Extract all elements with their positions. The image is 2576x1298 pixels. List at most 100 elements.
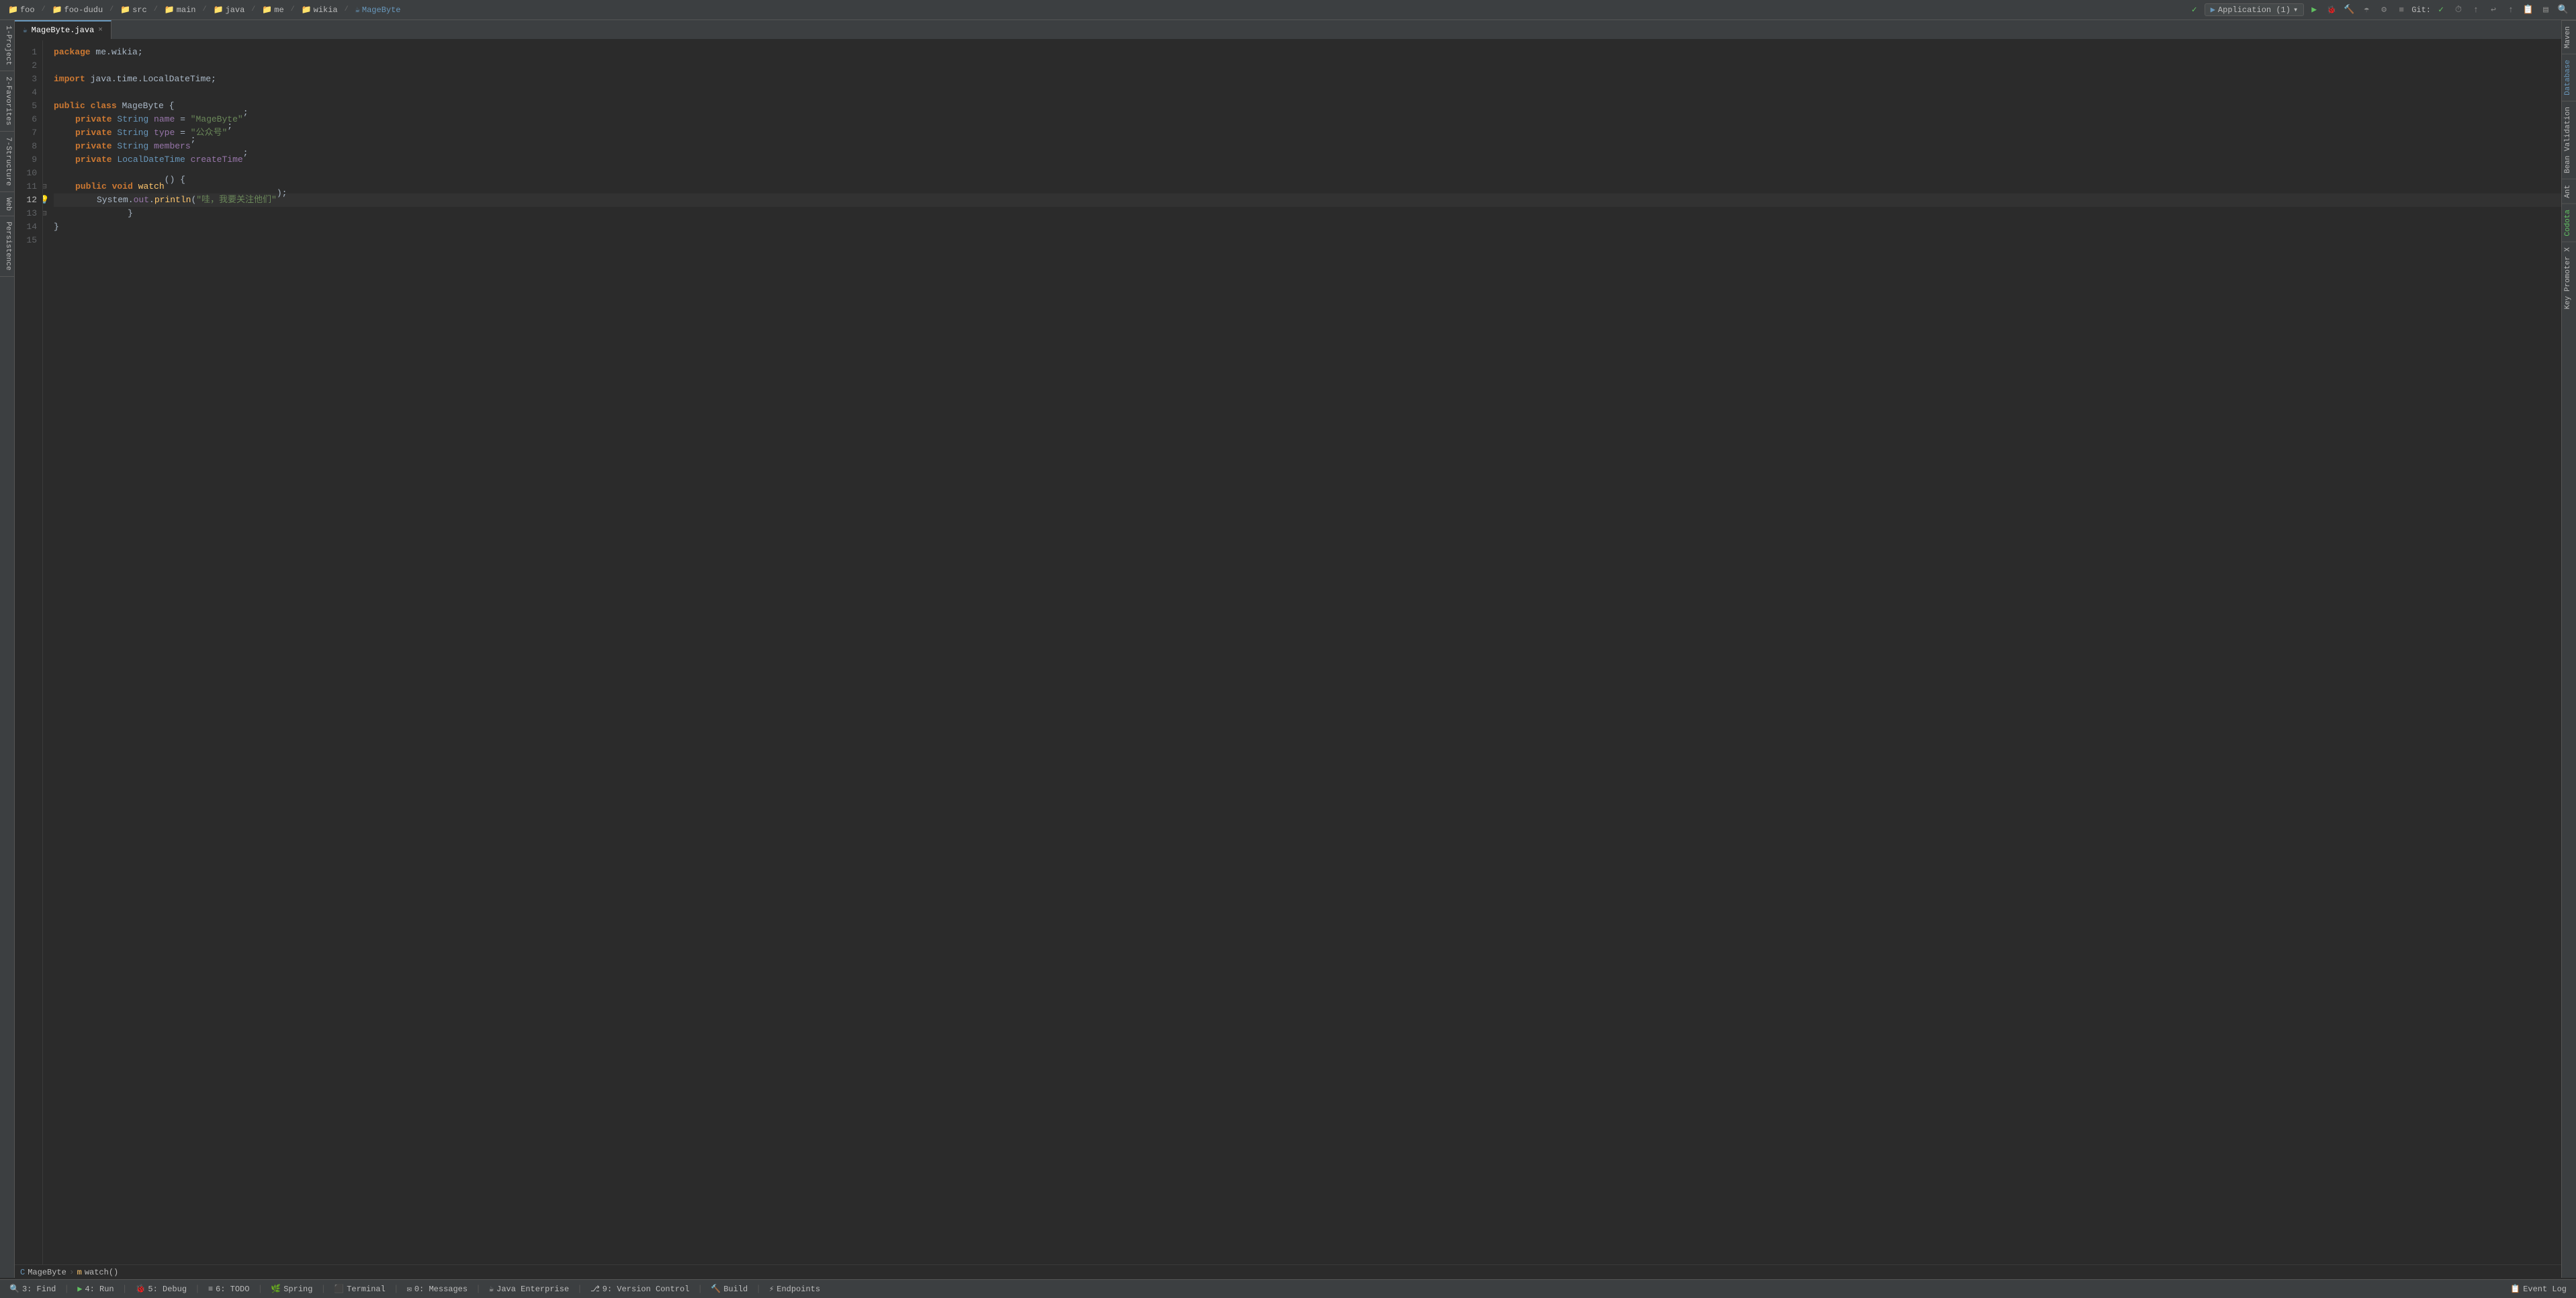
status-event-log[interactable]: 📋 Event Log [2506,1283,2571,1295]
git-timer-icon[interactable]: ⏱ [2451,3,2466,17]
editor-area: ☕ MageByte.java × 1 2 3 4 5 6 7 8 9 10 1… [15,20,2561,1279]
sidebar-item-project[interactable]: 1-Project [0,20,14,71]
nav-java[interactable]: 📁 java [211,3,248,16]
find-icon: 🔍 [9,1284,19,1294]
keyword-private-6: private [75,113,112,126]
coverage-button[interactable]: ☂ [2359,3,2374,17]
java-tab-icon: ☕ [23,26,28,35]
keyword-public-11: public [75,180,107,193]
code-editor[interactable]: package me.wikia; import java.time.Local… [43,40,2561,1264]
keyword-private-9: private [75,153,112,167]
git-push-icon[interactable]: ↑ [2503,3,2518,17]
right-tab-codota[interactable]: Codota [2562,204,2576,242]
nav-main[interactable]: 📁 main [162,3,199,16]
status-messages[interactable]: ✉ 0: Messages [403,1283,472,1295]
right-tab-bean-validation[interactable]: Bean Validation [2562,101,2576,179]
breadcrumb-sep: › [69,1267,75,1277]
git-undo-icon[interactable]: ↩ [2486,3,2501,17]
code-line-13: ⊟ } [54,207,2561,220]
folder-icon-6: 📁 [262,5,272,15]
debug-status-icon: 🐞 [135,1284,145,1294]
sidebar-item-persistence[interactable]: Persistence [0,216,14,277]
line-num-4: 4 [15,86,42,99]
nav-sep-3: / [154,6,158,13]
search-everywhere-button[interactable]: 🔍 [2556,3,2571,17]
git-check-icon[interactable]: ✓ [2434,3,2448,17]
status-terminal[interactable]: ⬛ Terminal [330,1283,390,1295]
status-java-enterprise[interactable]: ☕ Java Enterprise [485,1283,573,1295]
line-num-7: 7 [15,126,42,140]
nav-sep-2: / [109,6,114,13]
editor-content[interactable]: 1 2 3 4 5 6 7 8 9 10 11 12 13 14 15 pack… [15,40,2561,1264]
event-log-icon: 📋 [2510,1284,2520,1294]
code-line-5: public class MageByte { [54,99,2561,113]
status-bar: 🔍 3: Find | ▶ 4: Run | 🐞 5: Debug | ≡ 6:… [0,1279,2576,1298]
sidebar-item-structure[interactable]: 7-Structure [0,132,14,192]
code-line-1: package me.wikia; [54,46,2561,59]
status-spring[interactable]: 🌿 Spring [267,1283,316,1295]
right-tab-ant[interactable]: Ant [2562,179,2576,204]
field-name: name [154,113,175,126]
file-tab-magebyte[interactable]: ☕ MageByte.java × [15,20,112,39]
code-line-11: ⊟ public void watch() { [54,180,2561,193]
right-tab-maven[interactable]: Maven [2562,20,2576,54]
build-button[interactable]: 🔨 [2342,3,2356,17]
line-num-1: 1 [15,46,42,59]
keyword-public-5: public [54,99,85,113]
git-settings-icon[interactable]: ▤ [2538,3,2553,17]
fold-icon-13[interactable]: ⊟ [43,208,50,219]
run-button[interactable]: ▶ [2307,3,2321,17]
line-num-11: 11 [15,180,42,193]
code-line-9: private LocalDateTime createTime; [54,153,2561,167]
stop-button[interactable]: ■ [2394,3,2409,17]
vcs-icon: ⎇ [590,1284,600,1294]
nav-foo-dudu[interactable]: 📁 foo-dudu [50,3,106,16]
nav-sep-4: / [203,6,207,13]
status-version-control[interactable]: ⎇ 9: Version Control [586,1283,693,1295]
run-config-area: ✓ ▶ Application (1) ▾ ▶ 🐞 🔨 ☂ ⚙ ■ Git: ✓… [2187,3,2571,17]
status-build[interactable]: 🔨 Build [707,1283,752,1295]
sidebar-item-favorites[interactable]: 2-Favorites [0,71,14,132]
code-line-12: 💡 System.out.println("哇，我要关注他们"); [54,193,2561,207]
code-line-15 [54,234,2561,247]
nav-me[interactable]: 📁 me [259,3,286,16]
type-string-7: String [117,126,148,140]
main-layout: ☕ MageByte.java × 1 2 3 4 5 6 7 8 9 10 1… [15,20,2561,1279]
sidebar-item-web[interactable]: Web [0,192,14,217]
code-line-8: private String members; [54,140,2561,153]
line-num-8: 8 [15,140,42,153]
git-update-icon[interactable]: ↑ [2469,3,2483,17]
type-string-8: String [117,140,148,153]
nav-src[interactable]: 📁 src [118,3,150,16]
code-line-4 [54,86,2561,99]
status-endpoints[interactable]: ⚡ Endpoints [765,1283,824,1295]
right-tab-database[interactable]: Database [2562,54,2576,101]
profile-button[interactable]: ⚙ [2377,3,2391,17]
status-run[interactable]: ▶ 4: Run [73,1283,118,1295]
terminal-icon: ⬛ [334,1284,344,1294]
breadcrumb-class[interactable]: C MageByte [20,1268,66,1277]
nav-magebyte[interactable]: ☕ MageByte [353,3,404,16]
run-config-dropdown[interactable]: ▶ Application (1) ▾ [2205,3,2305,16]
debug-button[interactable]: 🐞 [2324,3,2339,17]
messages-icon: ✉ [407,1284,412,1294]
tab-close-button[interactable]: × [98,26,103,34]
breadcrumb-method[interactable]: m watch() [77,1268,119,1277]
nav-foo[interactable]: 📁 foo [5,3,38,16]
git-check-button[interactable]: ✓ [2187,3,2202,17]
code-line-2 [54,59,2561,73]
status-find[interactable]: 🔍 3: Find [5,1283,60,1295]
nav-wikia[interactable]: 📁 wikia [299,3,341,16]
todo-icon: ≡ [208,1285,213,1294]
code-line-7: private String type = "公众号"; [54,126,2561,140]
field-members: members [154,140,191,153]
build-status-icon: 🔨 [711,1284,721,1294]
intention-bulb-icon[interactable]: 💡 [43,195,50,206]
fold-icon-11[interactable]: ⊟ [43,181,50,192]
line-num-3: 3 [15,73,42,86]
git-shelf-icon[interactable]: 📋 [2521,3,2536,17]
status-todo[interactable]: ≡ 6: TODO [204,1283,254,1295]
keyword-class: class [91,99,117,113]
right-tab-key-promoter[interactable]: Key Promoter X [2562,241,2576,314]
status-debug[interactable]: 🐞 5: Debug [131,1283,191,1295]
